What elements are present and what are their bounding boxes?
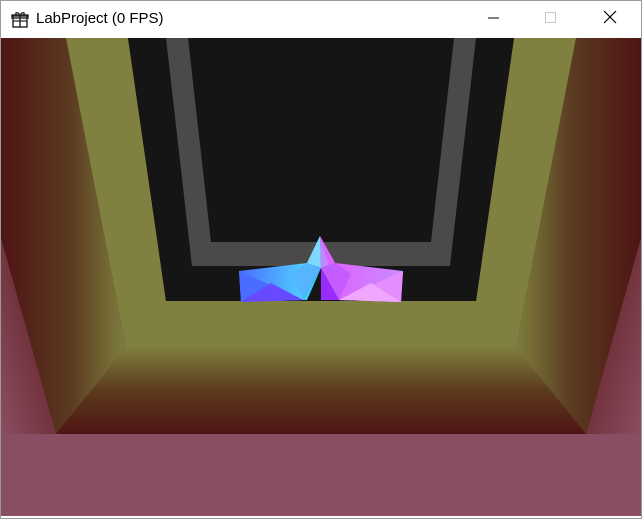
scene-canvas <box>1 38 641 516</box>
floor-front <box>1 434 641 516</box>
close-icon <box>603 10 617 29</box>
app-window: LabProject (0 FPS) <box>0 0 642 519</box>
close-button[interactable] <box>587 1 633 38</box>
maximize-icon <box>545 11 557 29</box>
title-bar[interactable]: LabProject (0 FPS) <box>1 1 641 38</box>
minimize-button[interactable] <box>471 1 517 38</box>
bottom-wall <box>56 348 586 434</box>
minimize-icon <box>488 11 500 29</box>
render-viewport[interactable] <box>1 38 641 516</box>
window-title: LabProject (0 FPS) <box>36 10 164 27</box>
maximize-button[interactable] <box>528 1 574 38</box>
gift-icon <box>11 10 29 28</box>
